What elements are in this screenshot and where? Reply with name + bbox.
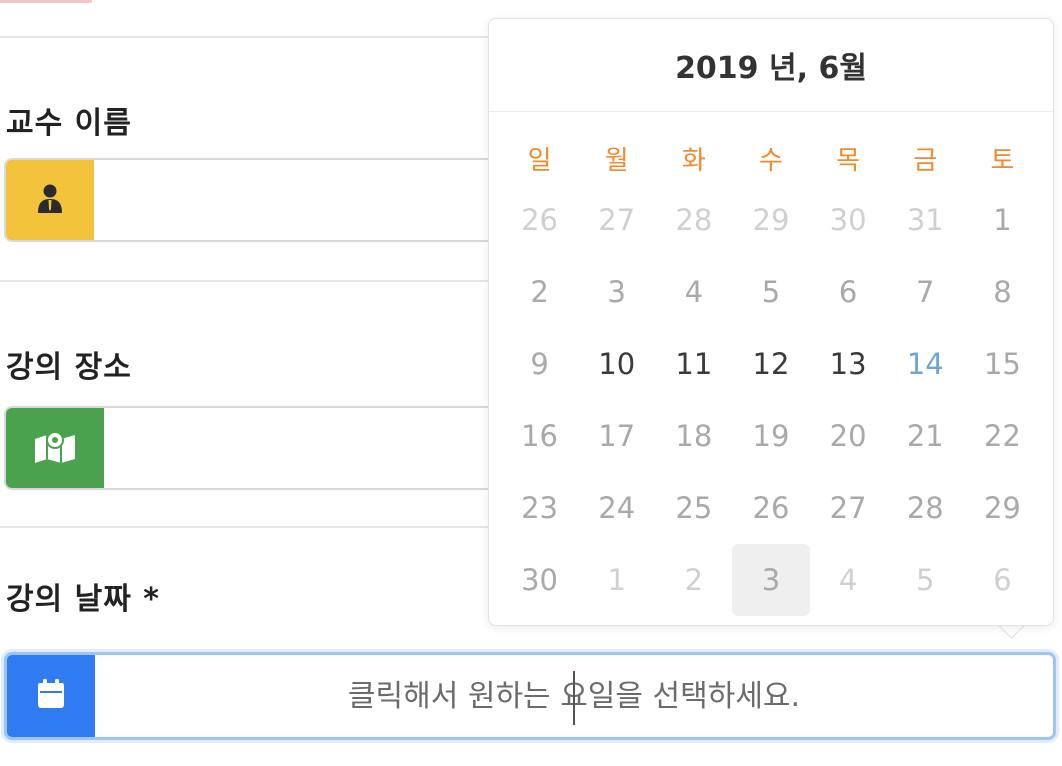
user-tie-icon	[36, 183, 64, 217]
day-cell[interactable]: 21	[887, 400, 964, 472]
weekday-tue: 화	[681, 146, 706, 176]
day-cell[interactable]: 4	[655, 256, 732, 328]
day-cell[interactable]: 12	[732, 328, 809, 400]
day-cell[interactable]: 13	[810, 328, 887, 400]
datepicker-popup: 2019 년, 6월 일 월 화 수 목 금 토 26 27 28 29 30 31 1 2 3…	[488, 18, 1054, 626]
day-cell[interactable]: 5	[732, 256, 809, 328]
day-cell[interactable]: 23	[501, 472, 578, 544]
day-cell[interactable]: 25	[655, 472, 732, 544]
weekday-fri: 금	[913, 146, 938, 176]
day-cell[interactable]: 16	[501, 400, 578, 472]
map-marker-icon	[33, 429, 77, 467]
day-cell[interactable]: 7	[887, 256, 964, 328]
day-cell[interactable]: 26	[732, 472, 809, 544]
weekday-mon: 월	[604, 146, 629, 176]
day-cell[interactable]: 11	[655, 328, 732, 400]
professor-name-field[interactable]	[4, 158, 524, 242]
lecture-date-label: 강의 날짜 *	[6, 582, 160, 617]
professor-addon	[6, 160, 94, 240]
day-cell[interactable]: 28	[887, 472, 964, 544]
day-cell[interactable]: 29	[732, 184, 809, 256]
day-cell[interactable]: 3	[732, 544, 810, 616]
location-addon	[6, 408, 104, 488]
day-cell[interactable]: 27	[578, 184, 655, 256]
day-cell[interactable]: 4	[810, 544, 887, 616]
professor-name-label: 교수 이름	[6, 106, 132, 141]
day-cell[interactable]: 9	[501, 328, 578, 400]
day-cell[interactable]: 1	[964, 184, 1041, 256]
day-cell[interactable]: 28	[655, 184, 732, 256]
divider	[0, 280, 520, 282]
divider	[0, 526, 520, 528]
day-cell[interactable]: 15	[964, 328, 1041, 400]
day-cell[interactable]: 6	[810, 256, 887, 328]
day-cell[interactable]: 3	[578, 256, 655, 328]
day-cell[interactable]: 24	[578, 472, 655, 544]
divider	[0, 36, 520, 38]
weekday-sun: 일	[527, 146, 552, 176]
weekday-row: 일 월 화 수 목 금 토	[489, 140, 1053, 180]
day-cell[interactable]: 5	[887, 544, 964, 616]
lecture-date-field[interactable]	[4, 652, 1056, 740]
day-cell[interactable]: 6	[964, 544, 1041, 616]
day-cell[interactable]: 10	[578, 328, 655, 400]
datepicker-month-title[interactable]: 2019 년, 6월	[489, 19, 1053, 112]
day-cell[interactable]: 17	[578, 400, 655, 472]
day-cell[interactable]: 30	[810, 184, 887, 256]
day-cell[interactable]: 2	[501, 256, 578, 328]
day-cell[interactable]: 1	[578, 544, 655, 616]
day-cell[interactable]: 18	[655, 400, 732, 472]
day-cell[interactable]: 27	[810, 472, 887, 544]
day-grid: 26 27 28 29 30 31 1 2 3 4 5 6 7 8 9 10 11 12 13 14 15 16 17 18 1…	[489, 184, 1053, 616]
calendar-icon	[36, 678, 66, 714]
day-cell[interactable]: 26	[501, 184, 578, 256]
day-cell[interactable]: 19	[732, 400, 809, 472]
weekday-thu: 목	[836, 146, 861, 176]
day-cell[interactable]: 29	[964, 472, 1041, 544]
day-cell[interactable]: 20	[810, 400, 887, 472]
day-cell[interactable]: 8	[964, 256, 1041, 328]
day-cell[interactable]: 14	[887, 328, 964, 400]
lecture-location-label: 강의 장소	[6, 350, 132, 385]
weekday-sat: 토	[990, 146, 1015, 176]
day-cell[interactable]: 2	[655, 544, 732, 616]
lecture-location-field[interactable]	[4, 406, 524, 490]
top-accent	[0, 0, 92, 3]
day-cell[interactable]: 31	[887, 184, 964, 256]
text-cursor	[573, 671, 575, 725]
day-cell[interactable]: 30	[501, 544, 578, 616]
weekday-wed: 수	[759, 146, 783, 176]
date-addon	[7, 655, 95, 737]
day-cell[interactable]: 22	[964, 400, 1041, 472]
